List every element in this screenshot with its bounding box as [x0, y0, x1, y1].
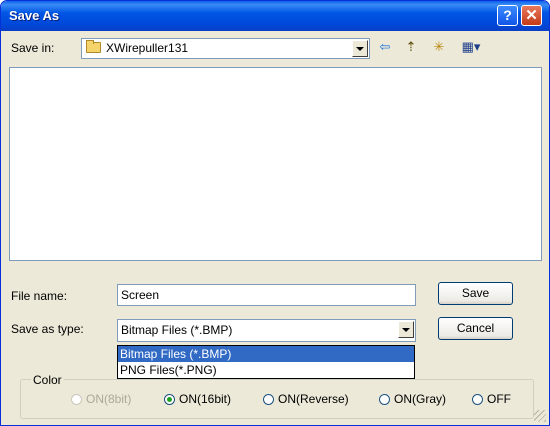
file-name-label: File name: [11, 289, 68, 303]
radio-label: ON(Gray) [394, 392, 446, 406]
title-bar[interactable]: Save As ? ✕ [1, 1, 549, 31]
folder-icon [86, 40, 101, 53]
back-icon[interactable]: ⇦ [374, 37, 396, 57]
save-as-type-combo[interactable]: Bitmap Files (*.BMP) [117, 319, 416, 342]
save-in-dropdown-button[interactable] [352, 40, 368, 57]
file-name-input[interactable]: Screen [117, 284, 416, 306]
save-button[interactable]: Save [438, 282, 513, 305]
radio-button-icon [379, 394, 390, 405]
radio-on-gray[interactable]: ON(Gray) [379, 391, 446, 407]
new-folder-icon[interactable]: ✳ [428, 37, 450, 57]
radio-label: OFF [487, 392, 511, 406]
radio-button-selected-icon [164, 394, 175, 405]
radio-label: ON(16bit) [179, 392, 232, 406]
radio-button-icon [263, 394, 274, 405]
resize-grip-icon[interactable] [534, 410, 546, 422]
save-in-value: XWirepuller131 [106, 41, 189, 55]
help-button[interactable]: ? [497, 5, 518, 26]
save-in-label: Save in: [11, 41, 55, 55]
save-as-type-dropdown-list: Bitmap Files (*.BMP) PNG Files(*.PNG) [117, 345, 415, 379]
radio-button-icon [472, 394, 483, 405]
radio-on-16bit[interactable]: ON(16bit) [164, 391, 231, 407]
dropdown-option-png[interactable]: PNG Files(*.PNG) [118, 362, 414, 378]
view-menu-icon[interactable]: ▦▾ [457, 37, 485, 57]
radio-label: ON(8bit) [86, 392, 132, 406]
save-as-type-label: Save as type: [11, 322, 84, 336]
dropdown-option-bmp[interactable]: Bitmap Files (*.BMP) [118, 346, 414, 362]
radio-label: ON(Reverse) [278, 392, 349, 406]
save-as-dialog: Save As ? ✕ Save in: XWirepuller131 ⇦ ⇡ … [0, 0, 550, 426]
radio-on-8bit[interactable]: ON(8bit) [71, 391, 131, 407]
radio-button-icon [71, 394, 82, 405]
up-folder-icon[interactable]: ⇡ [400, 37, 422, 57]
window-title: Save As [9, 8, 60, 23]
save-in-combo[interactable]: XWirepuller131 [81, 38, 370, 59]
radio-on-reverse[interactable]: ON(Reverse) [263, 391, 349, 407]
file-list[interactable] [9, 67, 542, 261]
radio-off[interactable]: OFF [472, 391, 511, 407]
save-as-type-dropdown-button[interactable] [398, 321, 414, 338]
save-as-type-value: Bitmap Files (*.BMP) [121, 323, 233, 337]
close-button[interactable]: ✕ [521, 5, 542, 26]
cancel-button[interactable]: Cancel [438, 317, 513, 340]
color-group-legend: Color [31, 373, 64, 387]
